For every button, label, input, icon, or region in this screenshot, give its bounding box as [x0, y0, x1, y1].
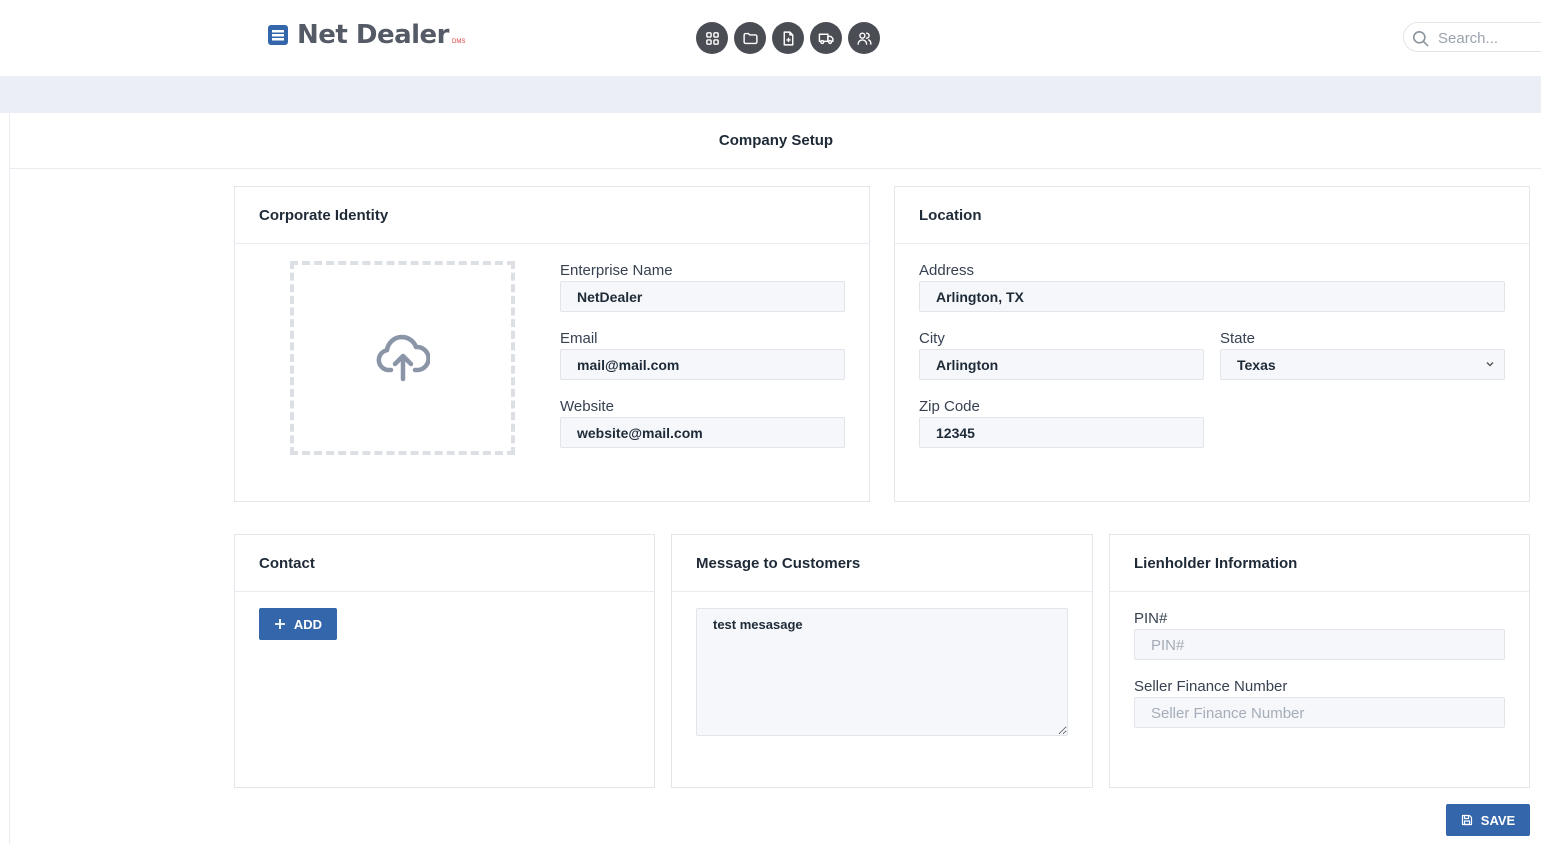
email-label: Email	[560, 330, 598, 347]
save-icon	[1461, 814, 1472, 826]
city-input[interactable]	[919, 349, 1204, 380]
state-label: State	[1220, 330, 1256, 347]
search-box	[1403, 22, 1541, 52]
logo-upload-dropzone[interactable]	[290, 261, 515, 455]
app-name: Net Dealer	[297, 20, 450, 50]
pin-label: PIN#	[1134, 610, 1168, 627]
lienholder-card: Lienholder Information PIN# Seller Finan…	[1109, 534, 1530, 788]
lienholder-title: Lienholder Information	[1110, 535, 1529, 592]
cloud-upload-icon	[376, 334, 430, 382]
truck-icon	[818, 33, 834, 44]
app-sub: DMS	[452, 39, 466, 45]
corporate-identity-title: Corporate Identity	[235, 187, 869, 244]
website-label: Website	[560, 398, 614, 415]
dashboard-icon	[705, 31, 719, 45]
users-nav-button[interactable]	[848, 22, 880, 54]
address-input[interactable]	[919, 281, 1505, 312]
state-select-wrapper	[1220, 349, 1505, 380]
folder-icon	[742, 32, 758, 44]
message-title: Message to Customers	[672, 535, 1092, 592]
nav-icon-group	[696, 22, 880, 54]
enterprise-name-input[interactable]	[560, 281, 845, 312]
zip-code-input[interactable]	[919, 417, 1204, 448]
add-contact-label: ADD	[293, 616, 323, 632]
search-icon	[1412, 30, 1429, 47]
enterprise-name-label: Enterprise Name	[560, 262, 673, 279]
contact-card: Contact ADD	[234, 534, 655, 788]
corporate-identity-card: Corporate Identity Enterprise Name Email…	[234, 186, 870, 502]
chevron-down-icon	[1486, 362, 1494, 367]
save-button[interactable]: SAVE	[1446, 804, 1530, 836]
message-card: Message to Customers test mesasage	[671, 534, 1093, 788]
email-input[interactable]	[560, 349, 845, 380]
city-label: City	[919, 330, 945, 347]
state-select[interactable]	[1220, 349, 1505, 380]
location-title: Location	[895, 187, 1529, 244]
header-band	[0, 76, 1541, 113]
search-input[interactable]	[1436, 27, 1541, 49]
file-add-nav-button[interactable]	[772, 22, 804, 54]
folder-nav-button[interactable]	[734, 22, 766, 54]
save-label: SAVE	[1480, 812, 1516, 828]
contact-title: Contact	[235, 535, 654, 592]
seller-finance-label: Seller Finance Number	[1134, 678, 1288, 695]
website-input[interactable]	[560, 417, 845, 448]
seller-finance-input[interactable]	[1134, 697, 1505, 728]
location-card: Location Address City State Zip Code	[894, 186, 1530, 502]
logo[interactable]: Net Dealer DMS	[268, 20, 465, 50]
add-contact-button[interactable]: ADD	[259, 608, 337, 640]
zip-code-label: Zip Code	[919, 398, 980, 415]
address-label: Address	[919, 262, 975, 279]
dashboard-nav-button[interactable]	[696, 22, 728, 54]
main-content: Company Setup Corporate Identity Enterpr…	[9, 113, 1541, 844]
users-icon	[856, 31, 872, 45]
truck-nav-button[interactable]	[810, 22, 842, 54]
page-title: Company Setup	[10, 113, 1541, 169]
logo-icon	[268, 25, 288, 45]
message-textarea[interactable]: test mesasage	[696, 608, 1068, 736]
file-add-icon	[783, 30, 793, 46]
pin-input[interactable]	[1134, 629, 1505, 660]
top-navbar: Net Dealer DMS	[0, 0, 1541, 76]
plus-icon	[274, 619, 285, 629]
